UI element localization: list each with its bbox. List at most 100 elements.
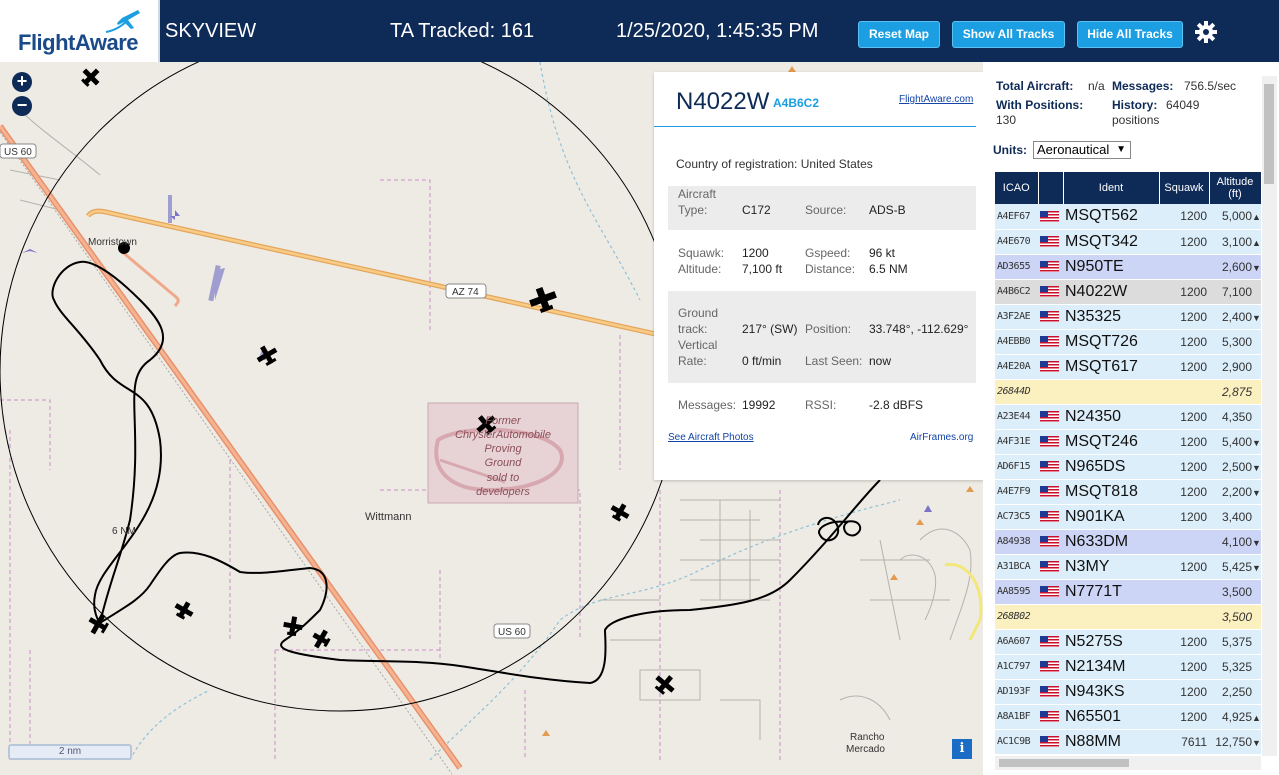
us-flag-icon <box>1040 710 1059 722</box>
table-row[interactable]: A8A1BF N65501 1200 4,925▲ <box>995 704 1261 730</box>
cell-altitude: 5,400▼ <box>1209 429 1261 455</box>
units-select[interactable]: Aeronautical ▼ <box>1033 141 1131 159</box>
table-row[interactable]: A4B6C2 N4022W 1200 7,100 <box>995 279 1261 305</box>
cell-altitude: 5,425▼ <box>1209 554 1261 580</box>
reset-map-button[interactable]: Reset Map <box>858 21 940 48</box>
altitude-value: 2,600 <box>1221 259 1252 274</box>
table-row[interactable]: A4E7F9 MSQT818 1200 2,200▼ <box>995 479 1261 505</box>
table-row[interactable]: A4EBB0 MSQT726 1200 5,300 <box>995 329 1261 355</box>
cell-ident: N633DM <box>1063 529 1159 555</box>
table-row[interactable]: AC1C9B N88MM 7611 12,750▼ <box>995 729 1261 755</box>
scrollbar-thumb[interactable] <box>999 759 1129 767</box>
cell-squawk <box>1159 254 1209 280</box>
table-row[interactable]: A23E44 N24350 1200 4,350 <box>995 404 1261 430</box>
table-row[interactable]: AA8595 N7771T 3,500 <box>995 579 1261 605</box>
col-header-icao[interactable]: ICAO <box>995 172 1039 204</box>
us-flag-icon <box>1040 360 1059 372</box>
us-flag-icon <box>1040 310 1059 322</box>
track-value: 217° (SW) <box>742 322 798 336</box>
units-selected-value: Aeronautical <box>1037 142 1110 157</box>
cell-ident <box>1063 379 1159 405</box>
cell-icao: AC1C9B <box>995 729 1038 755</box>
table-row[interactable]: A4E20A MSQT617 1200 2,900 <box>995 354 1261 380</box>
cell-icao: A4E20A <box>995 354 1038 380</box>
table-row[interactable]: A6A607 N5275S 1200 5,375 <box>995 629 1261 655</box>
popup-divider <box>654 126 976 127</box>
cell-flag <box>1038 629 1063 655</box>
zoom-in-button[interactable]: + <box>12 72 32 92</box>
table-row[interactable]: AD3655 N950TE 2,600▼ <box>995 254 1261 280</box>
chevron-down-icon: ▼ <box>1116 144 1126 155</box>
us-flag-icon <box>1040 435 1059 447</box>
cell-ident: MSQT246 <box>1063 429 1159 455</box>
altitude-value: 2,250 <box>1221 684 1252 699</box>
altitude-value: 4,350 <box>1221 409 1252 424</box>
table-row[interactable]: A4F31E MSQT246 1200 5,400▼ <box>995 429 1261 455</box>
popup-hex[interactable]: A4B6C2 <box>773 96 819 110</box>
history-label: History: <box>1112 98 1158 112</box>
airframes-link[interactable]: AirFrames.org <box>910 432 973 443</box>
table-row[interactable]: A31BCA N3MY 1200 5,425▼ <box>995 554 1261 580</box>
us-flag-icon <box>1040 235 1059 247</box>
cell-squawk: 1200 <box>1159 629 1209 655</box>
squawk-label: Squawk: <box>678 246 725 260</box>
vrate-label-1: Vertical <box>678 338 718 352</box>
cell-squawk: 1200 <box>1159 679 1209 705</box>
info-button[interactable]: i <box>952 739 972 759</box>
cell-flag <box>1038 279 1063 305</box>
cell-ident: N965DS <box>1063 454 1159 480</box>
table-row[interactable]: A3F2AE N35325 1200 2,400▼ <box>995 304 1261 330</box>
cell-altitude: 2,400▼ <box>1209 304 1261 330</box>
us-flag-icon <box>1040 485 1059 497</box>
altitude-value: 5,300 <box>1221 334 1252 349</box>
cell-flag <box>1038 354 1063 380</box>
col-header-squawk[interactable]: Squawk <box>1159 172 1210 204</box>
cell-icao: A23E44 <box>995 404 1038 430</box>
show-all-tracks-button[interactable]: Show All Tracks <box>952 21 1065 48</box>
gear-icon[interactable] <box>1194 20 1218 44</box>
table-header-row: ICAO Ident Squawk Altitude (ft) <box>995 172 1262 204</box>
zoom-out-button[interactable]: − <box>12 96 32 116</box>
table-row[interactable]: AD193F N943KS 1200 2,250 <box>995 679 1261 705</box>
col-header-ident[interactable]: Ident <box>1063 172 1160 204</box>
table-row[interactable]: A84938 N633DM 4,100▼ <box>995 529 1261 555</box>
panel-vertical-scrollbar[interactable] <box>1262 76 1277 756</box>
proving-ground-label-3: Proving <box>484 443 522 455</box>
hide-all-tracks-button[interactable]: Hide All Tracks <box>1077 21 1183 48</box>
cell-altitude: 5,325 <box>1209 654 1261 680</box>
scrollbar-thumb[interactable] <box>1264 84 1274 184</box>
trend-icon: ▼ <box>1252 737 1261 748</box>
country-value: United States <box>800 157 873 171</box>
flightaware-link[interactable]: FlightAware.com <box>899 94 973 105</box>
table-row[interactable]: A4EF67 MSQT562 1200 5,000▲ <box>995 204 1261 230</box>
total-aircraft-label: Total Aircraft: <box>996 79 1074 93</box>
flightaware-logo[interactable]: FlightAware <box>0 0 160 62</box>
aircraft-list-panel: Total Aircraft: n/a Messages: 756.5/sec … <box>983 62 1279 775</box>
table-row[interactable]: A4E670 MSQT342 1200 3,100▲ <box>995 229 1261 255</box>
us-flag-icon <box>1040 735 1059 747</box>
table-row[interactable]: AD6F15 N965DS 1200 2,500▼ <box>995 454 1261 480</box>
table-row[interactable]: AC73C5 N901KA 1200 3,400 <box>995 504 1261 530</box>
us-flag-icon <box>1040 685 1059 697</box>
cell-ident: N901KA <box>1063 504 1159 530</box>
cell-flag <box>1038 379 1063 405</box>
col-header-altitude[interactable]: Altitude (ft) <box>1209 172 1262 204</box>
altitude-value: 5,425 <box>1221 559 1252 574</box>
table-row[interactable]: 26844D 2,875 <box>995 379 1261 405</box>
table-row[interactable]: A1C797 N2134M 1200 5,325 <box>995 654 1261 680</box>
cell-altitude: 5,300 <box>1209 329 1261 355</box>
cell-icao: A3F2AE <box>995 304 1038 330</box>
gspeed-label: Gspeed: <box>805 246 851 260</box>
cell-squawk: 1200 <box>1159 454 1209 480</box>
cell-altitude: 2,900 <box>1209 354 1261 380</box>
total-aircraft-value: n/a <box>1088 79 1105 93</box>
table-row[interactable]: 268B02 3,500 <box>995 604 1261 630</box>
cell-squawk: 1200 <box>1159 704 1209 730</box>
altitude-value: 7,100 ft <box>742 262 783 276</box>
panel-horizontal-scrollbar[interactable] <box>995 756 1261 770</box>
aircraft-photos-link[interactable]: See Aircraft Photos <box>668 432 754 443</box>
us-flag-icon <box>1040 660 1059 672</box>
app-name: SKYVIEW <box>165 20 257 42</box>
col-header-flag[interactable] <box>1038 172 1064 204</box>
cell-flag <box>1038 704 1063 730</box>
